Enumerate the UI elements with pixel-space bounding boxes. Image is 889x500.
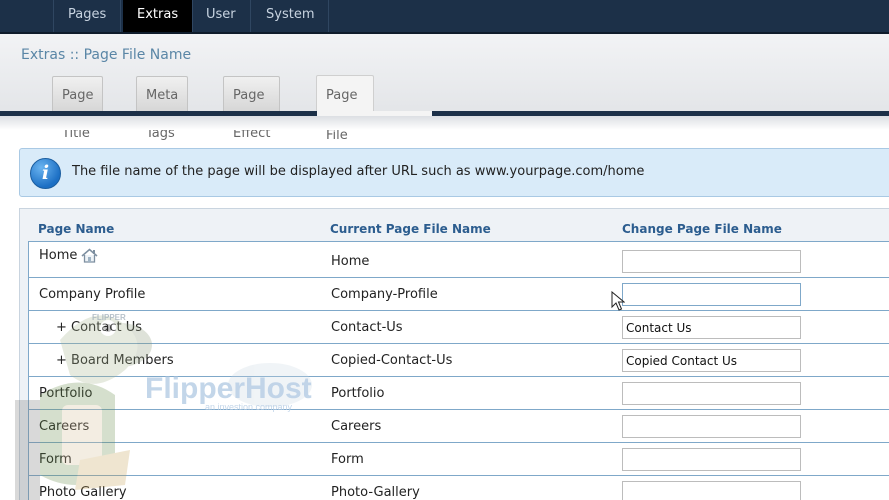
current-file-name: Photo-Gallery bbox=[331, 485, 420, 500]
info-text: The file name of the page will be displa… bbox=[72, 164, 645, 179]
current-file-name: Company-Profile bbox=[331, 287, 438, 302]
column-header-page-name: Page Name bbox=[38, 222, 115, 236]
table-row: Home Home bbox=[29, 242, 889, 278]
change-file-name-input[interactable] bbox=[622, 283, 801, 306]
page-name: + Contact Us bbox=[56, 320, 143, 335]
change-file-name-input[interactable] bbox=[622, 382, 801, 405]
header-shadow bbox=[0, 116, 889, 130]
current-file-name: Portfolio bbox=[331, 386, 385, 401]
change-file-name-input[interactable] bbox=[622, 448, 801, 471]
page-name-cell: Home bbox=[39, 248, 98, 263]
page-name: Form bbox=[39, 452, 72, 467]
table-row: + Contact Us Contact-Us bbox=[29, 311, 889, 344]
page-name: + Board Members bbox=[56, 353, 174, 368]
nav-item-system[interactable]: System bbox=[252, 0, 330, 32]
table-header: Page Name Current Page File Name Change … bbox=[20, 222, 889, 242]
mouse-cursor-icon bbox=[611, 291, 625, 311]
tab-meta-tags[interactable]: Meta Tags bbox=[136, 76, 189, 141]
current-file-name: Home bbox=[331, 254, 370, 269]
change-file-name-input[interactable] bbox=[622, 349, 801, 372]
breadcrumb: Extras :: Page File Name bbox=[21, 47, 192, 63]
page-name: Portfolio bbox=[39, 386, 93, 401]
change-file-name-input[interactable] bbox=[622, 481, 801, 500]
tab-page-title[interactable]: Page Title bbox=[52, 76, 104, 141]
page-name: Photo Gallery bbox=[39, 485, 127, 500]
table-row: Photo Gallery Photo-Gallery bbox=[29, 476, 889, 500]
change-file-name-input[interactable] bbox=[622, 316, 801, 339]
page-name: Home bbox=[39, 248, 78, 263]
current-file-name: Careers bbox=[331, 419, 382, 434]
column-header-change-file-name: Change Page File Name bbox=[622, 222, 782, 236]
current-file-name: Contact-Us bbox=[331, 320, 403, 335]
tab-page-effect[interactable]: Page Effect bbox=[223, 76, 281, 141]
table-row: Careers Careers bbox=[29, 410, 889, 443]
change-file-name-input[interactable] bbox=[622, 250, 801, 273]
table-row: Form Form bbox=[29, 443, 889, 476]
page-file-name-table: Page Name Current Page File Name Change … bbox=[19, 208, 889, 500]
page-name: Company Profile bbox=[39, 287, 146, 302]
column-header-current-file-name: Current Page File Name bbox=[330, 222, 491, 236]
page-header: Extras :: Page File Name Page Title Meta… bbox=[0, 34, 889, 183]
page-name: Careers bbox=[39, 419, 90, 434]
table-body: Home Home Company Profile Company-Profil… bbox=[28, 241, 889, 500]
table-row: Company Profile Company-Profile bbox=[29, 278, 889, 311]
nav-item-extras[interactable]: Extras bbox=[123, 0, 194, 32]
nav-item-pages[interactable]: Pages bbox=[53, 0, 122, 32]
table-row: + Board Members Copied-Contact-Us bbox=[29, 344, 889, 377]
current-file-name: Copied-Contact-Us bbox=[331, 353, 453, 368]
current-file-name: Form bbox=[331, 452, 364, 467]
home-icon bbox=[81, 248, 98, 263]
table-row: Portfolio Portfolio bbox=[29, 377, 889, 410]
change-file-name-input[interactable] bbox=[622, 415, 801, 438]
nav-item-user[interactable]: User bbox=[192, 0, 251, 32]
top-nav: Pages Extras User System bbox=[0, 0, 889, 34]
info-icon: i bbox=[30, 158, 61, 189]
info-message: i The file name of the page will be disp… bbox=[19, 148, 889, 197]
